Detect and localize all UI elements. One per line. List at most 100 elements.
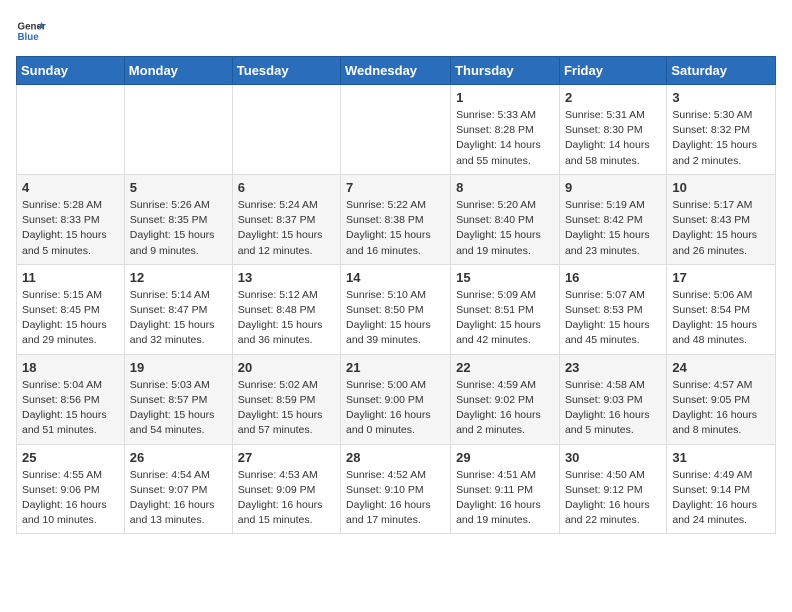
- day-info: Sunrise: 5:33 AM Sunset: 8:28 PM Dayligh…: [456, 108, 554, 169]
- day-number: 1: [456, 90, 554, 105]
- day-number: 9: [565, 180, 661, 195]
- day-info: Sunrise: 5:30 AM Sunset: 8:32 PM Dayligh…: [672, 108, 770, 169]
- day-info: Sunrise: 5:00 AM Sunset: 9:00 PM Dayligh…: [346, 378, 445, 439]
- week-row-1: 1 Sunrise: 5:33 AM Sunset: 8:28 PM Daylig…: [17, 85, 776, 175]
- day-number: 4: [22, 180, 119, 195]
- day-info: Sunrise: 5:07 AM Sunset: 8:53 PM Dayligh…: [565, 288, 661, 349]
- calendar-header-row: SundayMondayTuesdayWednesdayThursdayFrid…: [17, 57, 776, 85]
- column-header-wednesday: Wednesday: [341, 57, 451, 85]
- day-number: 28: [346, 450, 445, 465]
- day-number: 26: [130, 450, 227, 465]
- calendar-cell: 6Sunrise: 5:24 AM Sunset: 8:37 PM Daylig…: [232, 174, 340, 264]
- calendar-cell: [17, 85, 125, 175]
- day-info: Sunrise: 5:09 AM Sunset: 8:51 PM Dayligh…: [456, 288, 554, 349]
- calendar-cell: 25Sunrise: 4:55 AM Sunset: 9:06 PM Dayli…: [17, 444, 125, 534]
- day-number: 8: [456, 180, 554, 195]
- day-number: 7: [346, 180, 445, 195]
- calendar-cell: 24 Sunrise: 4:57 AM Sunset: 9:05 PM Dayli…: [667, 354, 776, 444]
- day-info: Sunrise: 5:19 AM Sunset: 8:42 PM Dayligh…: [565, 198, 661, 259]
- calendar-cell: 23 Sunrise: 4:58 AM Sunset: 9:03 PM Dayli…: [559, 354, 666, 444]
- day-number: 2: [565, 90, 661, 105]
- day-info: Sunrise: 5:22 AM Sunset: 8:38 PM Dayligh…: [346, 198, 445, 259]
- calendar-cell: 26 Sunrise: 4:54 AM Sunset: 9:07 PM Dayli…: [124, 444, 232, 534]
- calendar-cell: [124, 85, 232, 175]
- day-info: Sunrise: 5:26 AM Sunset: 8:35 PM Dayligh…: [130, 198, 227, 259]
- week-row-3: 11Sunrise: 5:15 AM Sunset: 8:45 PM Dayli…: [17, 264, 776, 354]
- day-info: Sunrise: 4:58 AM Sunset: 9:03 PM Dayligh…: [565, 378, 661, 439]
- column-header-friday: Friday: [559, 57, 666, 85]
- calendar-table: SundayMondayTuesdayWednesdayThursdayFrid…: [16, 56, 776, 534]
- calendar-cell: 28 Sunrise: 4:52 AM Sunset: 9:10 PM Dayli…: [341, 444, 451, 534]
- day-info: Sunrise: 5:12 AM Sunset: 8:48 PM Dayligh…: [238, 288, 335, 349]
- calendar-cell: 18Sunrise: 5:04 AM Sunset: 8:56 PM Dayli…: [17, 354, 125, 444]
- day-info: Sunrise: 4:52 AM Sunset: 9:10 PM Dayligh…: [346, 468, 445, 529]
- day-number: 19: [130, 360, 227, 375]
- calendar-cell: 7 Sunrise: 5:22 AM Sunset: 8:38 PM Daylig…: [341, 174, 451, 264]
- column-header-sunday: Sunday: [17, 57, 125, 85]
- day-number: 25: [22, 450, 119, 465]
- calendar-cell: 21 Sunrise: 5:00 AM Sunset: 9:00 PM Dayli…: [341, 354, 451, 444]
- day-info: Sunrise: 5:28 AM Sunset: 8:33 PM Dayligh…: [22, 198, 119, 259]
- day-info: Sunrise: 5:02 AM Sunset: 8:59 PM Dayligh…: [238, 378, 335, 439]
- day-info: Sunrise: 5:10 AM Sunset: 8:50 PM Dayligh…: [346, 288, 445, 349]
- calendar-cell: 11Sunrise: 5:15 AM Sunset: 8:45 PM Dayli…: [17, 264, 125, 354]
- day-number: 14: [346, 270, 445, 285]
- day-number: 30: [565, 450, 661, 465]
- day-number: 10: [672, 180, 770, 195]
- day-info: Sunrise: 5:14 AM Sunset: 8:47 PM Dayligh…: [130, 288, 227, 349]
- calendar-cell: 22Sunrise: 4:59 AM Sunset: 9:02 PM Dayli…: [451, 354, 560, 444]
- calendar-cell: 4 Sunrise: 5:28 AM Sunset: 8:33 PM Daylig…: [17, 174, 125, 264]
- day-number: 12: [130, 270, 227, 285]
- logo: General Blue: [16, 16, 46, 46]
- day-info: Sunrise: 4:51 AM Sunset: 9:11 PM Dayligh…: [456, 468, 554, 529]
- day-number: 22: [456, 360, 554, 375]
- day-info: Sunrise: 5:17 AM Sunset: 8:43 PM Dayligh…: [672, 198, 770, 259]
- svg-text:Blue: Blue: [18, 32, 40, 43]
- column-header-thursday: Thursday: [451, 57, 560, 85]
- day-info: Sunrise: 4:50 AM Sunset: 9:12 PM Dayligh…: [565, 468, 661, 529]
- week-row-2: 4 Sunrise: 5:28 AM Sunset: 8:33 PM Daylig…: [17, 174, 776, 264]
- calendar-cell: 31 Sunrise: 4:49 AM Sunset: 9:14 PM Dayli…: [667, 444, 776, 534]
- day-info: Sunrise: 4:57 AM Sunset: 9:05 PM Dayligh…: [672, 378, 770, 439]
- day-number: 6: [238, 180, 335, 195]
- calendar-cell: 12 Sunrise: 5:14 AM Sunset: 8:47 PM Dayli…: [124, 264, 232, 354]
- calendar-cell: 15 Sunrise: 5:09 AM Sunset: 8:51 PM Dayli…: [451, 264, 560, 354]
- calendar-cell: 14 Sunrise: 5:10 AM Sunset: 8:50 PM Dayli…: [341, 264, 451, 354]
- calendar-cell: 9 Sunrise: 5:19 AM Sunset: 8:42 PM Daylig…: [559, 174, 666, 264]
- calendar-cell: [341, 85, 451, 175]
- calendar-cell: 20Sunrise: 5:02 AM Sunset: 8:59 PM Dayli…: [232, 354, 340, 444]
- day-info: Sunrise: 4:54 AM Sunset: 9:07 PM Dayligh…: [130, 468, 227, 529]
- day-info: Sunrise: 5:04 AM Sunset: 8:56 PM Dayligh…: [22, 378, 119, 439]
- week-row-5: 25Sunrise: 4:55 AM Sunset: 9:06 PM Dayli…: [17, 444, 776, 534]
- day-number: 31: [672, 450, 770, 465]
- calendar-cell: 30 Sunrise: 4:50 AM Sunset: 9:12 PM Dayli…: [559, 444, 666, 534]
- day-number: 29: [456, 450, 554, 465]
- day-number: 21: [346, 360, 445, 375]
- calendar-cell: [232, 85, 340, 175]
- day-number: 16: [565, 270, 661, 285]
- day-number: 23: [565, 360, 661, 375]
- day-number: 24: [672, 360, 770, 375]
- calendar-cell: 10 Sunrise: 5:17 AM Sunset: 8:43 PM Dayli…: [667, 174, 776, 264]
- calendar-cell: 5Sunrise: 5:26 AM Sunset: 8:35 PM Daylig…: [124, 174, 232, 264]
- week-row-4: 18Sunrise: 5:04 AM Sunset: 8:56 PM Dayli…: [17, 354, 776, 444]
- day-number: 11: [22, 270, 119, 285]
- day-info: Sunrise: 5:03 AM Sunset: 8:57 PM Dayligh…: [130, 378, 227, 439]
- logo-icon: General Blue: [16, 16, 46, 46]
- day-info: Sunrise: 5:31 AM Sunset: 8:30 PM Dayligh…: [565, 108, 661, 169]
- calendar-cell: 16 Sunrise: 5:07 AM Sunset: 8:53 PM Dayli…: [559, 264, 666, 354]
- column-header-saturday: Saturday: [667, 57, 776, 85]
- calendar-cell: 27Sunrise: 4:53 AM Sunset: 9:09 PM Dayli…: [232, 444, 340, 534]
- calendar-cell: 3Sunrise: 5:30 AM Sunset: 8:32 PM Daylig…: [667, 85, 776, 175]
- day-info: Sunrise: 4:49 AM Sunset: 9:14 PM Dayligh…: [672, 468, 770, 529]
- calendar-cell: 2 Sunrise: 5:31 AM Sunset: 8:30 PM Daylig…: [559, 85, 666, 175]
- day-number: 27: [238, 450, 335, 465]
- column-header-tuesday: Tuesday: [232, 57, 340, 85]
- column-header-monday: Monday: [124, 57, 232, 85]
- calendar-cell: 29 Sunrise: 4:51 AM Sunset: 9:11 PM Dayli…: [451, 444, 560, 534]
- day-info: Sunrise: 5:20 AM Sunset: 8:40 PM Dayligh…: [456, 198, 554, 259]
- page-header: General Blue: [16, 16, 776, 46]
- calendar-cell: 8 Sunrise: 5:20 AM Sunset: 8:40 PM Daylig…: [451, 174, 560, 264]
- day-number: 17: [672, 270, 770, 285]
- day-number: 15: [456, 270, 554, 285]
